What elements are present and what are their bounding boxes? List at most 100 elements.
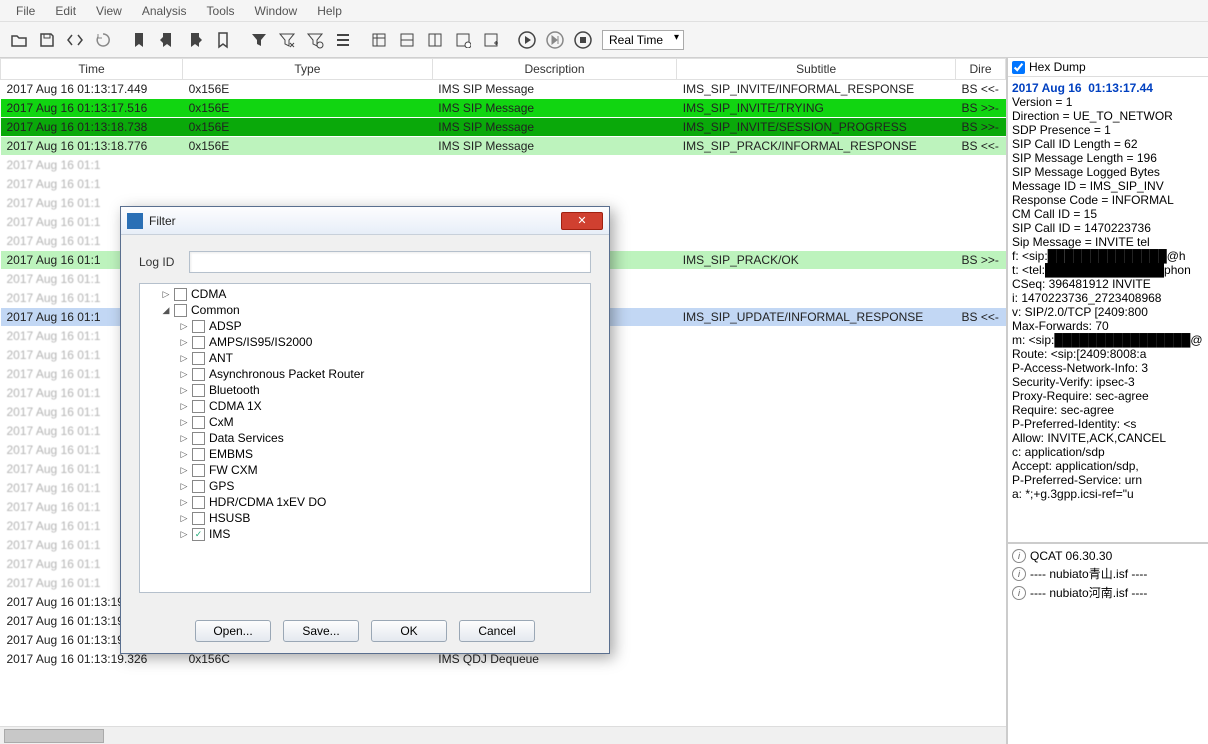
menu-window[interactable]: Window: [245, 2, 308, 20]
save-icon[interactable]: [34, 27, 60, 53]
col-subtitle[interactable]: Subtitle: [677, 59, 956, 80]
checkbox[interactable]: [192, 336, 205, 349]
dialog-titlebar[interactable]: Filter ✕: [121, 207, 609, 235]
tree-node[interactable]: ▷CDMA 1X: [142, 398, 588, 414]
table-row[interactable]: 2017 Aug 16 01:13:18.7760x156EIMS SIP Me…: [1, 137, 1006, 156]
tree-node[interactable]: ▷Bluetooth: [142, 382, 588, 398]
bookmark-add-icon[interactable]: [126, 27, 152, 53]
chevron-icon[interactable]: ▷: [178, 433, 190, 444]
step-icon[interactable]: [542, 27, 568, 53]
table-add1-icon[interactable]: [366, 27, 392, 53]
tree-node[interactable]: ▷Data Services: [142, 430, 588, 446]
checkbox[interactable]: [174, 304, 187, 317]
filter-list-icon[interactable]: [330, 27, 356, 53]
chevron-icon[interactable]: ▷: [178, 417, 190, 428]
cancel-button[interactable]: Cancel: [459, 620, 535, 642]
open-button[interactable]: Open...: [195, 620, 271, 642]
chevron-icon[interactable]: ▷: [178, 481, 190, 492]
checkbox[interactable]: [192, 368, 205, 381]
info-item[interactable]: i---- nubiato河南.isf ----: [1012, 583, 1204, 602]
tree-node[interactable]: ▷HDR/CDMA 1xEV DO: [142, 494, 588, 510]
menu-tools[interactable]: Tools: [197, 2, 245, 20]
checkbox[interactable]: [192, 464, 205, 477]
open-icon[interactable]: [6, 27, 32, 53]
checkbox[interactable]: [192, 496, 205, 509]
bookmark-prev-icon[interactable]: [154, 27, 180, 53]
checkbox[interactable]: [192, 416, 205, 429]
chevron-icon[interactable]: ▷: [178, 449, 190, 460]
play-icon[interactable]: [514, 27, 540, 53]
bookmark-clear-icon[interactable]: [210, 27, 236, 53]
tree-node[interactable]: ▷HSUSB: [142, 510, 588, 526]
checkbox[interactable]: [192, 448, 205, 461]
tree-node[interactable]: ▷EMBMS: [142, 446, 588, 462]
filter-clear-icon[interactable]: [274, 27, 300, 53]
menu-file[interactable]: File: [6, 2, 45, 20]
hex-panel[interactable]: 2017 Aug 16 01:13:17.44Version = 1Direct…: [1008, 77, 1208, 544]
menu-analysis[interactable]: Analysis: [132, 2, 197, 20]
chevron-icon[interactable]: ▷: [178, 513, 190, 524]
chevron-icon[interactable]: ▷: [178, 401, 190, 412]
close-icon[interactable]: ✕: [561, 212, 603, 230]
filter-tree[interactable]: ▷CDMA◢Common▷ADSP▷AMPS/IS95/IS2000▷ANT▷A…: [139, 283, 591, 593]
col-dire[interactable]: Dire: [956, 59, 1006, 80]
tree-node[interactable]: ▷CDMA: [142, 286, 588, 302]
menu-help[interactable]: Help: [307, 2, 352, 20]
tree-node[interactable]: ▷GPS: [142, 478, 588, 494]
table-add4-icon[interactable]: [450, 27, 476, 53]
checkbox[interactable]: [192, 400, 205, 413]
checkbox[interactable]: [192, 384, 205, 397]
chevron-icon[interactable]: ▷: [178, 353, 190, 364]
table-row[interactable]: 2017 Aug 16 01:13:18.7380x156EIMS SIP Me…: [1, 118, 1006, 137]
checkbox[interactable]: [192, 352, 205, 365]
realtime-combo[interactable]: Real Time: [602, 30, 684, 50]
tree-node[interactable]: ▷ADSP: [142, 318, 588, 334]
tree-node[interactable]: ▷FW CXM: [142, 462, 588, 478]
table-row[interactable]: 2017 Aug 16 01:13:17.4490x156EIMS SIP Me…: [1, 80, 1006, 99]
code-icon[interactable]: [62, 27, 88, 53]
chevron-icon[interactable]: ▷: [178, 385, 190, 396]
table-row[interactable]: 2017 Aug 16 01:1: [1, 175, 1006, 194]
tree-node[interactable]: ▷AMPS/IS95/IS2000: [142, 334, 588, 350]
col-time[interactable]: Time: [1, 59, 183, 80]
menu-view[interactable]: View: [86, 2, 132, 20]
col-type[interactable]: Type: [183, 59, 433, 80]
chevron-icon[interactable]: ▷: [178, 321, 190, 332]
checkbox[interactable]: [192, 512, 205, 525]
chevron-icon[interactable]: ▷: [178, 529, 190, 540]
filter-icon[interactable]: [246, 27, 272, 53]
chevron-icon[interactable]: ◢: [160, 305, 172, 316]
ok-button[interactable]: OK: [371, 620, 447, 642]
tree-node[interactable]: ▷Asynchronous Packet Router: [142, 366, 588, 382]
chevron-icon[interactable]: ▷: [178, 337, 190, 348]
save-button[interactable]: Save...: [283, 620, 359, 642]
bookmark-next-icon[interactable]: [182, 27, 208, 53]
table-add3-icon[interactable]: [422, 27, 448, 53]
chevron-icon[interactable]: ▷: [178, 465, 190, 476]
table-add5-icon[interactable]: [478, 27, 504, 53]
tree-node[interactable]: ◢Common: [142, 302, 588, 318]
tree-node[interactable]: ▷✓IMS: [142, 526, 588, 542]
tree-node[interactable]: ▷CxM: [142, 414, 588, 430]
logid-input[interactable]: [189, 251, 591, 273]
checkbox[interactable]: [174, 288, 187, 301]
info-item[interactable]: iQCAT 06.30.30: [1012, 548, 1204, 564]
checkbox[interactable]: [192, 320, 205, 333]
tree-node[interactable]: ▷ANT: [142, 350, 588, 366]
chevron-icon[interactable]: ▷: [178, 369, 190, 380]
filter-config-icon[interactable]: [302, 27, 328, 53]
table-add2-icon[interactable]: [394, 27, 420, 53]
col-description[interactable]: Description: [432, 59, 676, 80]
table-row[interactable]: 2017 Aug 16 01:1: [1, 156, 1006, 175]
hexdump-check[interactable]: [1012, 61, 1025, 74]
checkbox[interactable]: [192, 432, 205, 445]
stop-icon[interactable]: [570, 27, 596, 53]
chevron-icon[interactable]: ▷: [178, 497, 190, 508]
refresh-icon[interactable]: [90, 27, 116, 53]
menu-edit[interactable]: Edit: [45, 2, 86, 20]
h-scrollbar[interactable]: [0, 726, 1006, 744]
chevron-icon[interactable]: ▷: [160, 289, 172, 300]
table-row[interactable]: 2017 Aug 16 01:13:17.5160x156EIMS SIP Me…: [1, 99, 1006, 118]
info-item[interactable]: i---- nubiato青山.isf ----: [1012, 564, 1204, 583]
checkbox[interactable]: ✓: [192, 528, 205, 541]
